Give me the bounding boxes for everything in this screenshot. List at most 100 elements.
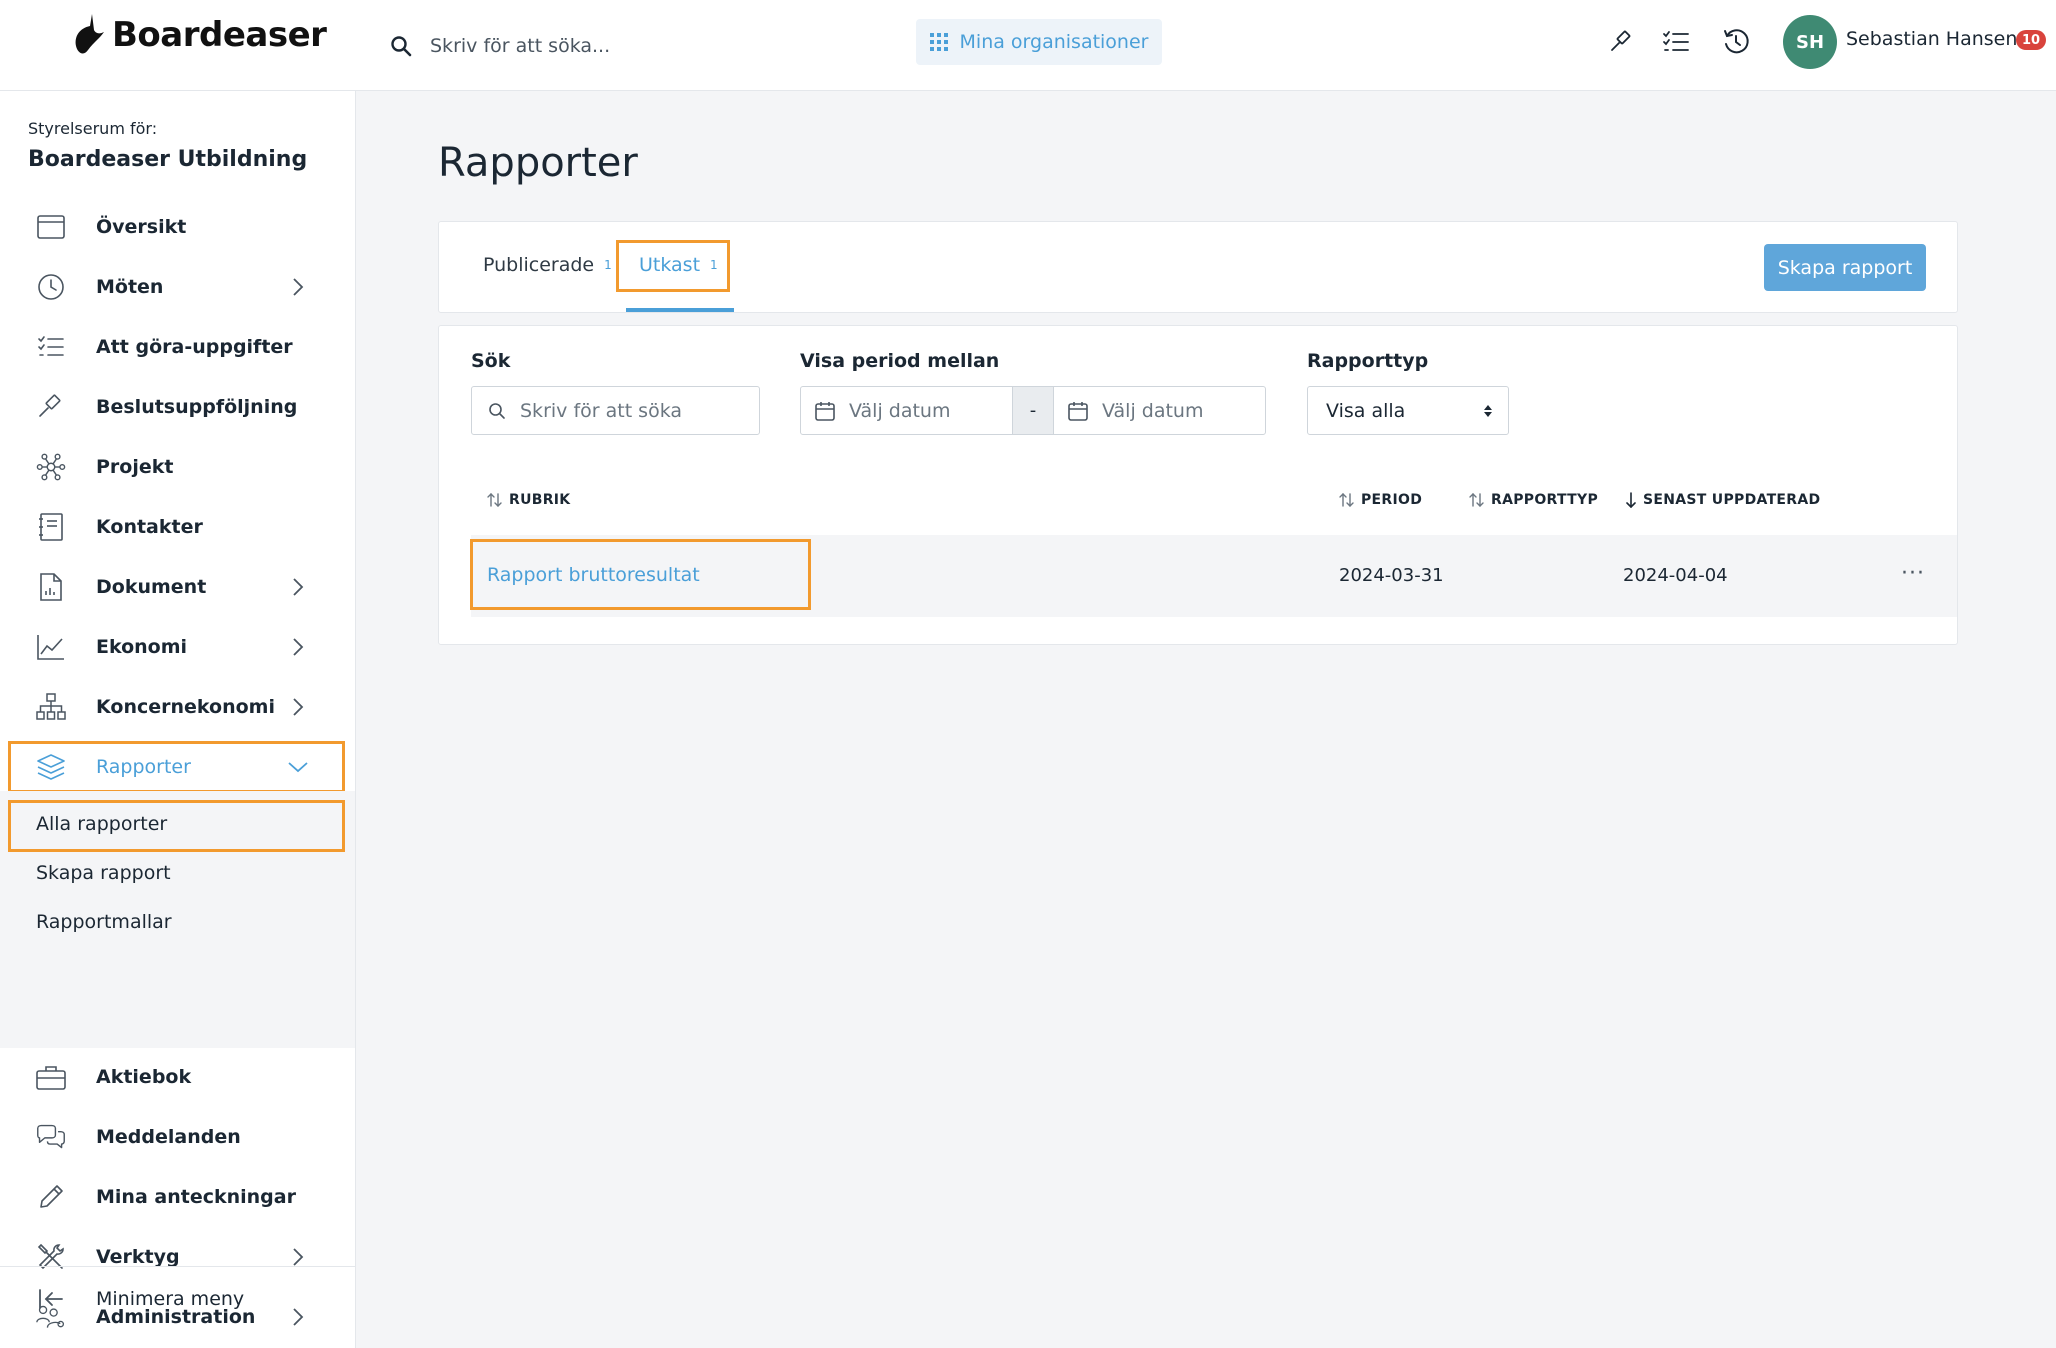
- calendar-icon: [815, 401, 835, 421]
- chevron-right-icon: [293, 638, 304, 656]
- rapporter-highlight-frame: [8, 741, 345, 793]
- sidebar-item-oversikt[interactable]: Översikt: [0, 199, 356, 255]
- sidebar-item-todo[interactable]: Att göra-uppgifter: [0, 319, 356, 375]
- column-header-label: PERIOD: [1361, 492, 1423, 508]
- collapse-left-icon: [36, 1285, 66, 1313]
- minimize-menu-label: Minimera meny: [96, 1288, 245, 1310]
- column-header-senast-uppdaterad[interactable]: SENAST UPPDATERAD: [1625, 492, 1820, 508]
- sidebar-item-dokument[interactable]: Dokument: [0, 559, 356, 615]
- global-search[interactable]: Skriv för att söka...: [390, 26, 840, 66]
- document-icon: [36, 573, 66, 601]
- submenu-item-rapportmallar[interactable]: Rapportmallar: [36, 911, 172, 933]
- address-book-icon: [36, 513, 66, 541]
- sort-icon: [1469, 493, 1484, 507]
- gavel-icon: [36, 393, 66, 421]
- alla-rapporter-highlight-frame: [8, 800, 345, 852]
- sidebar-item-kontakter[interactable]: Kontakter: [0, 499, 356, 555]
- sidebar-item-meddelanden[interactable]: Meddelanden: [0, 1109, 356, 1165]
- tab-publicerade[interactable]: Publicerade 1: [483, 254, 612, 276]
- sidebar-item-mina-anteckningar[interactable]: Mina anteckningar: [0, 1169, 356, 1225]
- line-chart-icon: [36, 633, 66, 661]
- sidebar-item-beslutsuppfoljning[interactable]: Beslutsuppföljning: [0, 379, 356, 435]
- calendar-icon: [36, 213, 66, 241]
- column-header-label: RAPPORTTYP: [1491, 492, 1599, 508]
- select-arrows-icon: [1484, 405, 1492, 417]
- briefcase-icon: [36, 1063, 66, 1091]
- report-updated: 2024-04-04: [1623, 565, 1728, 586]
- user-avatar[interactable]: SH: [1783, 15, 1837, 69]
- row-actions-button[interactable]: ···: [1901, 561, 1925, 586]
- sidebar-item-projekt[interactable]: Projekt: [0, 439, 356, 495]
- tab-label: Publicerade: [483, 254, 595, 276]
- chat-icon: [36, 1123, 66, 1151]
- brand-name: Boardeaser: [112, 15, 327, 55]
- clock-icon: [36, 273, 66, 301]
- sidebar-item-moten[interactable]: Möten: [0, 259, 356, 315]
- date-from-placeholder: Välj datum: [849, 399, 951, 422]
- boardeaser-logo-icon: [75, 14, 104, 54]
- sidebar-item-ekonomi[interactable]: Ekonomi: [0, 619, 356, 675]
- sort-icon: [487, 493, 502, 507]
- period-label: Visa period mellan: [800, 350, 1000, 372]
- create-report-button[interactable]: Skapa rapport: [1764, 244, 1926, 291]
- date-to-placeholder: Välj datum: [1102, 399, 1204, 422]
- page-title: Rapporter: [438, 140, 638, 186]
- sort-descending-icon: [1626, 492, 1636, 508]
- chevron-right-icon: [293, 578, 304, 596]
- gavel-icon: [1611, 30, 1631, 51]
- notification-badge[interactable]: 10: [2016, 30, 2047, 50]
- tasks-shortcut-button[interactable]: [1658, 24, 1694, 60]
- sidebar-item-label: Dokument: [96, 576, 207, 598]
- date-to-input[interactable]: Välj datum: [1053, 386, 1266, 435]
- history-icon: [1724, 29, 1749, 54]
- user-name[interactable]: Sebastian Hansen: [1846, 28, 2017, 50]
- sidebar-item-aktiebok[interactable]: Aktiebok: [0, 1049, 356, 1105]
- sidebar-item-label: Verktyg: [96, 1246, 180, 1268]
- sidebar-item-label: Översikt: [96, 216, 187, 238]
- history-shortcut-button[interactable]: [1718, 24, 1754, 60]
- brand-logo[interactable]: Boardeaser: [70, 12, 327, 58]
- board-caption: Styrelserum för:: [28, 119, 158, 138]
- column-header-label: SENAST UPPDATERAD: [1643, 492, 1821, 508]
- reports-card: Sök Skriv för att söka Visa period mella…: [438, 325, 1958, 645]
- sidebar-item-label: Koncernekonomi: [96, 696, 275, 718]
- sidebar-item-label: Aktiebok: [96, 1066, 192, 1088]
- my-organisations-button[interactable]: Mina organisationer: [916, 19, 1162, 65]
- minimize-menu-row[interactable]: Minimera meny: [0, 1271, 355, 1327]
- report-type-value: Visa alla: [1326, 399, 1406, 422]
- report-title-highlight-frame: [470, 539, 811, 610]
- board-name: Boardeaser Utbildning: [28, 147, 308, 172]
- active-tab-indicator: [626, 308, 734, 312]
- submenu-item-skapa-rapport[interactable]: Skapa rapport: [36, 862, 171, 884]
- report-search-input[interactable]: Skriv för att söka: [471, 386, 760, 435]
- sidebar-item-koncernekonomi[interactable]: Koncernekonomi: [0, 679, 356, 735]
- checklist-icon: [36, 333, 66, 361]
- sidebar-item-label: Beslutsuppföljning: [96, 396, 298, 418]
- top-bar: Boardeaser Skriv för att söka... Mina or…: [0, 0, 2056, 91]
- report-type-select[interactable]: Visa alla: [1307, 386, 1509, 435]
- date-from-input[interactable]: Välj datum: [800, 386, 1013, 435]
- decisions-shortcut-button[interactable]: [1604, 24, 1640, 60]
- column-header-rubrik[interactable]: RUBRIK: [487, 492, 570, 508]
- network-icon: [36, 453, 66, 481]
- column-header-rapporttyp[interactable]: RAPPORTTYP: [1469, 492, 1598, 508]
- grid-icon: [929, 33, 948, 51]
- search-label: Sök: [471, 350, 511, 372]
- sidebar-item-label: Meddelanden: [96, 1126, 241, 1148]
- my-organisations-label: Mina organisationer: [959, 31, 1149, 53]
- search-icon: [489, 402, 505, 419]
- search-icon: [391, 36, 412, 57]
- sidebar-divider: [0, 1266, 355, 1267]
- tabs-card: Publicerade 1 Utkast 1 Skapa rapport: [438, 221, 1958, 313]
- chevron-right-icon: [293, 698, 304, 716]
- sidebar-item-label: Kontakter: [96, 516, 203, 538]
- sidebar-item-label: Att göra-uppgifter: [96, 336, 293, 358]
- report-period: 2024-03-31: [1339, 565, 1444, 586]
- search-placeholder: Skriv för att söka: [520, 399, 683, 422]
- utkast-highlight-frame: [616, 240, 730, 292]
- date-range-separator: -: [1013, 386, 1053, 435]
- org-chart-icon: [36, 693, 66, 721]
- sidebar-item-label: Projekt: [96, 456, 174, 478]
- column-header-period[interactable]: PERIOD: [1339, 492, 1422, 508]
- sidebar-item-label: Möten: [96, 276, 164, 298]
